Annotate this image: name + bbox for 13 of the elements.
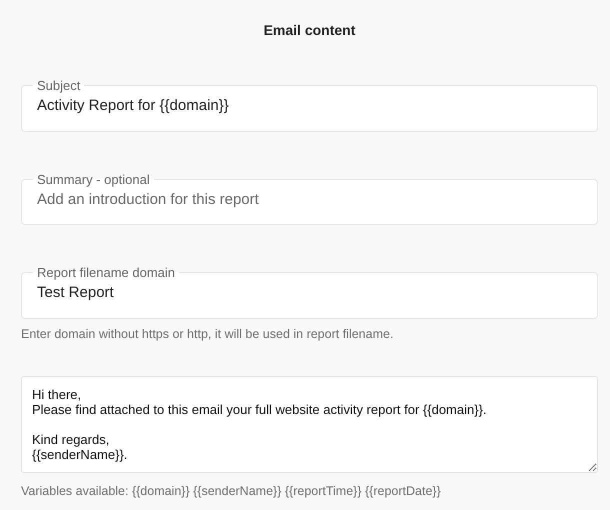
text-field[interactable]: Report filename domain Test Report (21, 266, 598, 318)
section-title: Email content (262, 21, 356, 40)
input-field[interactable]: Test Report (37, 279, 582, 318)
field-label: Subject (36, 79, 82, 92)
field-label: Report filename domain (36, 266, 176, 279)
text-field[interactable]: Summary - optional Add an introduction for this report (21, 172, 598, 225)
text-field[interactable]: Subject Activity Report for {{domain}} (21, 79, 598, 132)
helper-text: Variables available: {{domain}} {{senderName}} {{reportTime}} {{reportDate}} (21, 482, 442, 498)
message-textarea[interactable]: Hi there, Please find attached to this email your full website activity report for {{domain}}. Kind regards, {{senderName}}. (21, 376, 598, 472)
input-field[interactable]: Add an introduction for this report (37, 186, 582, 224)
helper-text: Enter domain without https or http, it will be used in report filename. (21, 326, 394, 342)
field-label: Summary - optional (36, 172, 151, 186)
input-field[interactable]: Activity Report for {{domain}} (37, 92, 582, 130)
